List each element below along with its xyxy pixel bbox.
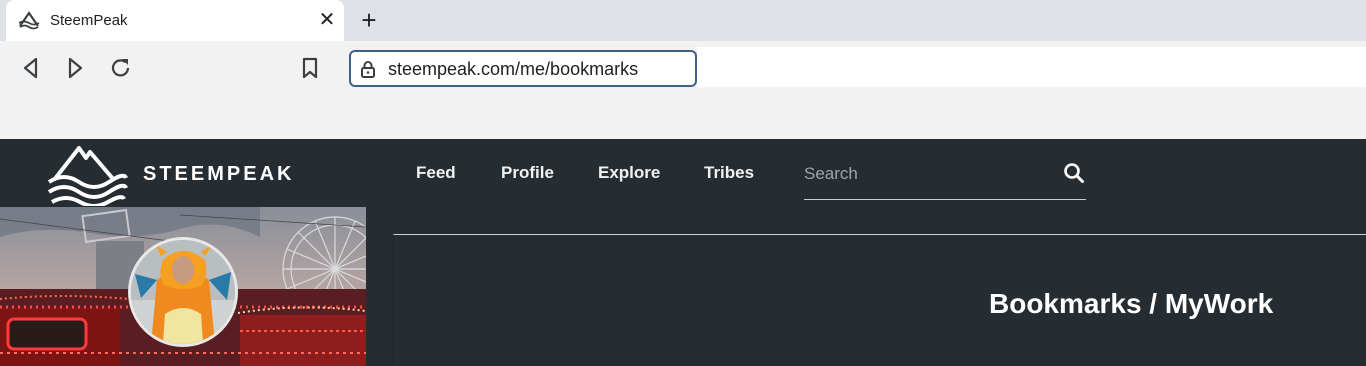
forward-icon[interactable] [62, 55, 88, 81]
search-icon[interactable] [1063, 162, 1085, 184]
address-bar-extension [697, 47, 1366, 87]
address-url[interactable]: steempeak.com/me/bookmarks [388, 59, 638, 80]
address-bar[interactable]: steempeak.com/me/bookmarks [349, 50, 697, 87]
new-tab-button[interactable]: + [356, 6, 382, 34]
nav-explore[interactable]: Explore [598, 163, 660, 183]
bookmark-icon[interactable] [297, 55, 323, 81]
nav-profile[interactable]: Profile [501, 163, 554, 183]
page-title: Bookmarks / MyWork [989, 288, 1274, 319]
steempeak-logo-icon[interactable] [46, 144, 130, 206]
site-header: STEEMPEAK Feed Profile Explore Tribes [0, 139, 1366, 207]
tab-title: SteemPeak [50, 12, 128, 29]
profile-content: Bookmarks / MyWork [0, 207, 1366, 366]
bookmarks-panel: Bookmarks / MyWork [393, 234, 1366, 366]
nav-tribes[interactable]: Tribes [704, 163, 754, 183]
avatar-photo [131, 240, 235, 344]
search-box [804, 155, 1086, 200]
lock-icon[interactable] [359, 60, 377, 78]
steempeak-favicon-icon [18, 11, 40, 30]
back-icon[interactable] [18, 55, 44, 81]
browser-toolbar: steempeak.com/me/bookmarks [0, 41, 1366, 139]
browser-tab-steempeak[interactable]: SteemPeak ✕ [6, 0, 344, 41]
tab-strip: SteemPeak ✕ + [0, 0, 1366, 41]
logo-wordmark[interactable]: STEEMPEAK [143, 163, 294, 186]
profile-avatar[interactable] [128, 237, 238, 347]
search-input[interactable] [804, 163, 1044, 185]
reload-icon[interactable] [108, 55, 134, 81]
tab-close-icon[interactable]: ✕ [316, 8, 338, 32]
nav-feed[interactable]: Feed [416, 163, 456, 183]
